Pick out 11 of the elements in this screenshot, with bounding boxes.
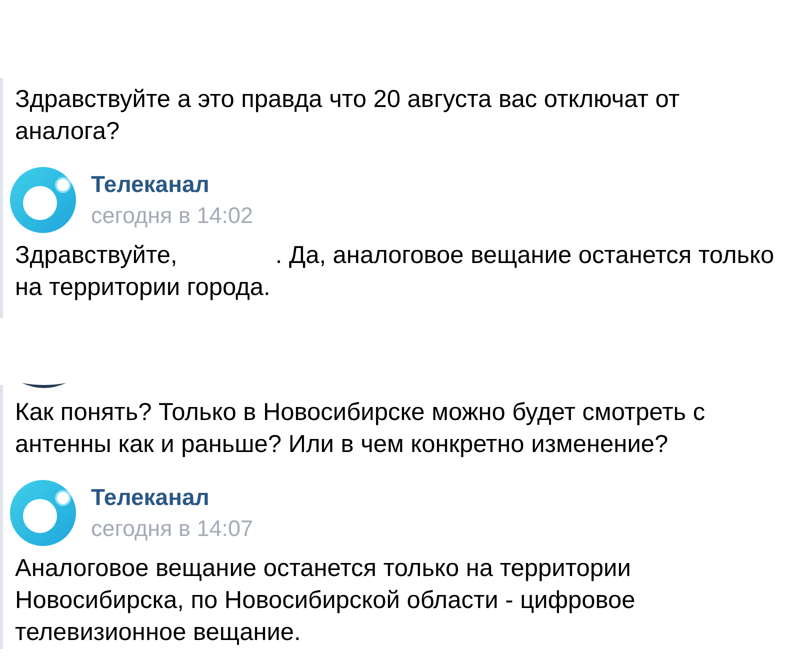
- logo-avatar-icon: [10, 480, 76, 546]
- reply-text: Здравствуйте, . Да, аналоговое вещание останется только на территории города.: [15, 241, 776, 303]
- logo-avatar-icon: [10, 167, 76, 233]
- question-text: Здравствуйте а это правда что 20 августа вас отключат от аналога?: [15, 85, 681, 147]
- cropped-avatar-icon: [22, 383, 66, 389]
- author-link[interactable]: Телеканал: [91, 484, 253, 510]
- timestamp: сегодня в 14:07: [91, 516, 253, 542]
- reply-text: Аналоговое вещание останется только на территории Новосибирска, по Новосибирской области - цифровое телевизионное вещание.: [15, 554, 636, 648]
- question-text: Как понять? Только в Новосибирске можно будет смотреть с антенны как и раньше? Или в чем конкретно изменение?: [15, 398, 706, 460]
- author-link[interactable]: Телеканал: [91, 171, 253, 197]
- timestamp: сегодня в 14:02: [91, 203, 253, 229]
